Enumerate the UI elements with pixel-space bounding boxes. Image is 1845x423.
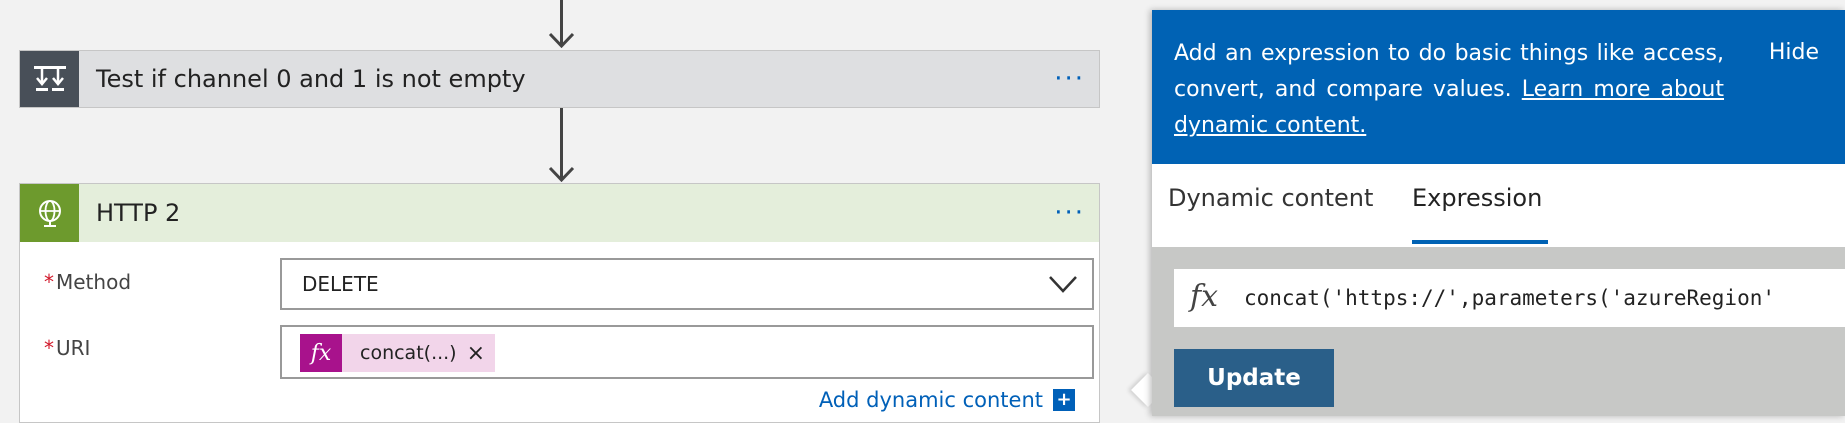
globe-icon — [20, 184, 79, 242]
http-step-title: HTTP 2 — [96, 199, 181, 227]
info-text: Add an expression to do basic things lik… — [1174, 36, 1724, 144]
dynamic-content-panel: Add an expression to do basic things lik… — [1152, 10, 1845, 416]
chevron-down-icon — [1049, 276, 1077, 293]
plus-icon: + — [1053, 389, 1075, 411]
expression-box: fx — [1174, 269, 1845, 327]
token-remove-icon[interactable]: × — [467, 334, 495, 372]
connector-arrow-middle — [548, 108, 575, 183]
method-label: * Method — [44, 270, 131, 294]
http-step-card: HTTP 2 ··· * Method DELETE * URI fx concat… — [19, 183, 1100, 423]
info-banner: Add an expression to do basic things lik… — [1152, 10, 1845, 164]
expression-token[interactable]: fx concat(...) × — [300, 334, 496, 372]
method-label-text: Method — [56, 270, 132, 294]
tab-dynamic-content[interactable]: Dynamic content — [1168, 184, 1373, 228]
condition-split-icon — [20, 51, 79, 107]
method-value: DELETE — [302, 272, 379, 296]
http-step-header[interactable]: HTTP 2 ··· — [20, 184, 1099, 242]
tab-expression[interactable]: Expression — [1412, 184, 1549, 244]
hide-button[interactable]: Hide — [1769, 40, 1819, 65]
connector-arrow-top — [548, 0, 575, 50]
uri-field[interactable]: fx concat(...) × — [280, 325, 1094, 379]
uri-label-text: URI — [56, 336, 91, 360]
update-button[interactable]: Update — [1174, 349, 1334, 407]
expression-token-text: concat(...) — [360, 342, 457, 364]
condition-more-menu[interactable]: ··· — [1054, 66, 1085, 92]
add-dynamic-content-link[interactable]: Add dynamic content + — [819, 388, 1075, 412]
expression-input[interactable] — [1244, 269, 1845, 327]
expression-editor-area: fx Update — [1152, 247, 1845, 416]
uri-label: * URI — [44, 336, 90, 360]
panel-tabs: Dynamic content Expression — [1152, 164, 1845, 247]
add-dynamic-content-label: Add dynamic content — [818, 388, 1043, 412]
condition-step-card[interactable]: Test if channel 0 and 1 is not empty ··· — [19, 50, 1100, 108]
method-select[interactable]: DELETE — [280, 258, 1094, 310]
method-required-mark: * — [44, 270, 54, 294]
uri-required-mark: * — [44, 336, 54, 360]
fx-icon: fx — [1190, 279, 1219, 314]
fx-icon: fx — [300, 334, 342, 372]
condition-step-title: Test if channel 0 and 1 is not empty — [96, 65, 526, 93]
http-more-menu[interactable]: ··· — [1054, 200, 1085, 226]
